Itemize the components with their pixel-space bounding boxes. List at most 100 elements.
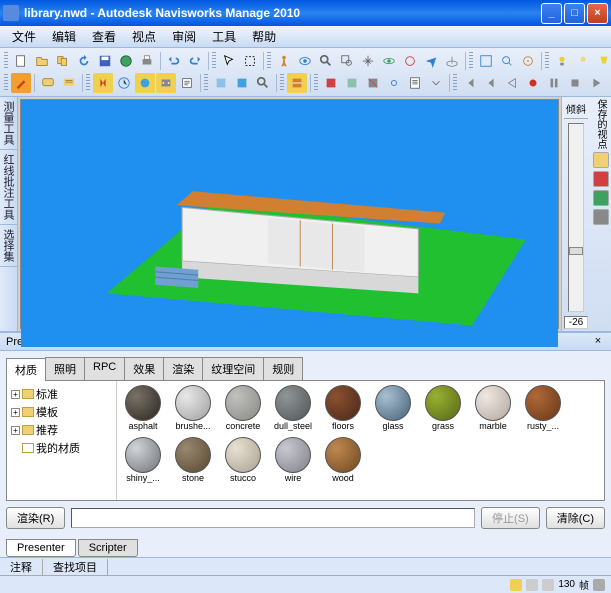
anim-stop-button[interactable] (565, 73, 585, 93)
tool-presenter-button[interactable] (135, 73, 155, 93)
material-item[interactable]: asphalt (121, 385, 165, 431)
minimize-button[interactable]: _ (541, 3, 562, 24)
view-stop-button[interactable] (593, 209, 609, 225)
hide-button[interactable] (211, 73, 231, 93)
material-item[interactable]: stucco (221, 437, 265, 483)
select-button[interactable] (219, 51, 239, 71)
material-item[interactable]: brushe... (171, 385, 215, 431)
nav-zoomwin-button[interactable] (337, 51, 357, 71)
material-item[interactable]: grass (421, 385, 465, 431)
tool-clash-button[interactable] (93, 73, 113, 93)
anim-record-button[interactable] (523, 73, 543, 93)
links-button[interactable] (384, 73, 404, 93)
anim-rplay-button[interactable] (502, 73, 522, 93)
sidebar-tab-selection[interactable]: 选择集 (0, 225, 17, 267)
light-head-button[interactable] (594, 51, 609, 71)
menu-help[interactable]: 帮助 (244, 26, 284, 47)
unhide-button[interactable] (232, 73, 252, 93)
undo-button[interactable] (164, 51, 184, 71)
select-box-button[interactable] (240, 51, 260, 71)
bottom-tab-presenter[interactable]: Presenter (6, 539, 76, 557)
status-tab-comments[interactable]: 注释 (0, 559, 43, 575)
comment-list-button[interactable] (59, 73, 79, 93)
menu-view[interactable]: 查看 (84, 26, 124, 47)
anim-first-button[interactable] (460, 73, 480, 93)
tool-scripter-button[interactable] (177, 73, 197, 93)
nav-orbit-button[interactable] (379, 51, 399, 71)
tree-my-materials[interactable]: 我的材质 (11, 439, 112, 457)
nav-turntable-button[interactable] (442, 51, 462, 71)
menu-review[interactable]: 审阅 (164, 26, 204, 47)
properties-button[interactable] (405, 73, 425, 93)
material-item[interactable]: rusty_... (521, 385, 565, 431)
tab-lighting[interactable]: 照明 (45, 357, 85, 380)
stop-button[interactable]: 停止(S) (481, 507, 540, 529)
anim-pause-button[interactable] (544, 73, 564, 93)
tab-rpc[interactable]: RPC (84, 357, 125, 380)
bottom-tab-scripter[interactable]: Scripter (78, 539, 138, 557)
view-save-button[interactable] (593, 152, 609, 168)
light-full-button[interactable] (552, 51, 572, 71)
nav-fly-button[interactable] (421, 51, 441, 71)
tool-timeliner-button[interactable] (114, 73, 134, 93)
material-item[interactable]: dull_steel (271, 385, 315, 431)
tree-standard[interactable]: +标准 (11, 385, 112, 403)
material-item[interactable]: wood (321, 437, 365, 483)
publish-button[interactable] (116, 51, 136, 71)
material-item[interactable]: stone (171, 437, 215, 483)
nav-examine-button[interactable] (400, 51, 420, 71)
anim-next-button[interactable] (607, 73, 609, 93)
status-tab-find[interactable]: 查找项目 (43, 559, 108, 575)
open-button[interactable] (32, 51, 52, 71)
tree-recommended[interactable]: +推荐 (11, 421, 112, 439)
nav-pan-button[interactable] (358, 51, 378, 71)
tab-material[interactable]: 材质 (6, 358, 46, 381)
light-scene-button[interactable] (573, 51, 593, 71)
nav-zoom-button[interactable] (316, 51, 336, 71)
print-button[interactable] (137, 51, 157, 71)
section-button[interactable] (287, 73, 307, 93)
menu-edit[interactable]: 编辑 (44, 26, 84, 47)
nav-look-button[interactable] (295, 51, 315, 71)
maximize-button[interactable]: □ (564, 3, 585, 24)
view-play-button[interactable] (593, 190, 609, 206)
menu-file[interactable]: 文件 (4, 26, 44, 47)
zoom-selected-button[interactable] (497, 51, 517, 71)
menu-tools[interactable]: 工具 (204, 26, 244, 47)
tilt-slider[interactable] (568, 123, 584, 312)
material-item[interactable]: floors (321, 385, 365, 431)
view-record-button[interactable] (593, 171, 609, 187)
override-trans-button[interactable] (342, 73, 362, 93)
clear-button[interactable]: 清除(C) (546, 507, 605, 529)
merge-button[interactable] (53, 51, 73, 71)
redline-pen-button[interactable] (11, 73, 31, 93)
tab-effects[interactable]: 效果 (124, 357, 164, 380)
tree-template[interactable]: +模板 (11, 403, 112, 421)
sidebar-tab-measure[interactable]: 测量工具 (0, 97, 17, 150)
save-button[interactable] (95, 51, 115, 71)
tool-animator-button[interactable] (156, 73, 176, 93)
menu-viewpoint[interactable]: 视点 (124, 26, 164, 47)
anim-prev-button[interactable] (481, 73, 501, 93)
tab-rules[interactable]: 规则 (263, 357, 303, 380)
close-button[interactable]: × (587, 3, 608, 24)
find-button[interactable] (253, 73, 273, 93)
material-item[interactable]: marble (471, 385, 515, 431)
tab-rendering[interactable]: 渲染 (163, 357, 203, 380)
render-button[interactable]: 渲染(R) (6, 507, 65, 529)
material-item[interactable]: concrete (221, 385, 265, 431)
comment-button[interactable] (38, 73, 58, 93)
redo-button[interactable] (185, 51, 205, 71)
tab-texture[interactable]: 纹理空间 (202, 357, 264, 380)
material-item[interactable]: shiny_... (121, 437, 165, 483)
material-item[interactable]: glass (371, 385, 415, 431)
3d-viewport[interactable] (20, 99, 559, 329)
override-reset-button[interactable] (363, 73, 383, 93)
anim-play-button[interactable] (586, 73, 606, 93)
render-progress-input[interactable] (71, 508, 475, 528)
presenter-close-button[interactable]: × (591, 335, 605, 349)
nav-walk-button[interactable] (274, 51, 294, 71)
refresh-button[interactable] (74, 51, 94, 71)
material-item[interactable]: wire (271, 437, 315, 483)
sidebar-tab-redline[interactable]: 红线批注工具 (0, 150, 17, 225)
